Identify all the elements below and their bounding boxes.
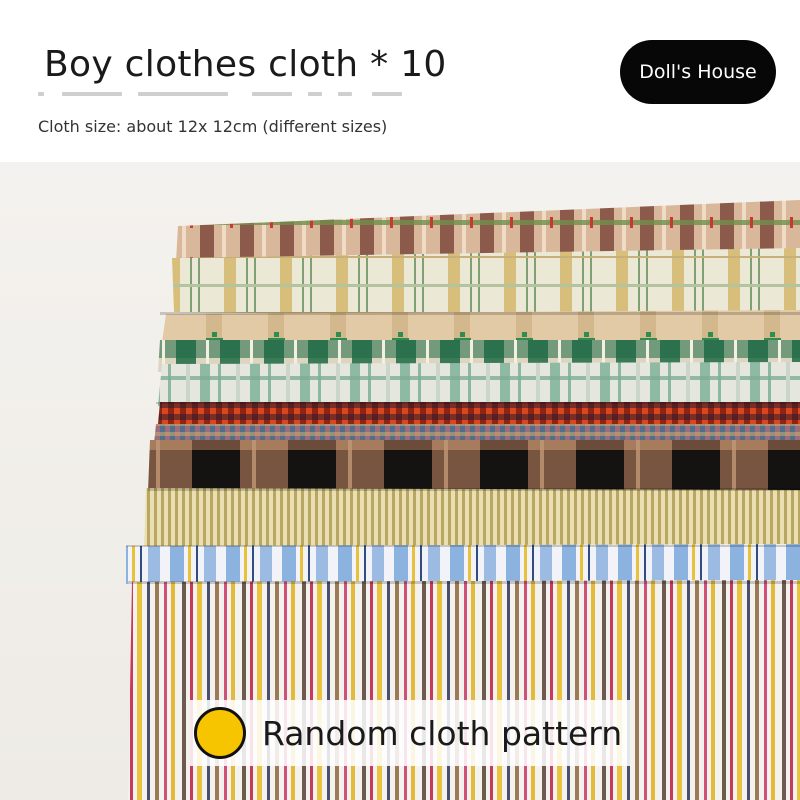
caption-label: Random cloth pattern bbox=[262, 713, 623, 753]
swatch-light-green-plaid bbox=[158, 362, 800, 406]
yellow-dot-icon bbox=[194, 707, 246, 759]
random-pattern-caption: Random cloth pattern bbox=[190, 700, 630, 766]
swatch-red-gingham bbox=[158, 402, 800, 424]
product-header: Boy clothes cloth * 10 Cloth size: about… bbox=[0, 0, 800, 162]
swatch-cream-plaid bbox=[172, 248, 800, 320]
swatch-blue-stripes bbox=[126, 544, 800, 586]
faded-text-line bbox=[38, 90, 418, 98]
cloth-size-note: Cloth size: about 12x 12cm (different si… bbox=[38, 117, 388, 136]
swatch-multicolor-stripes bbox=[128, 580, 800, 800]
dolls-house-badge[interactable]: Doll's House bbox=[620, 40, 776, 104]
swatch-yellow-pinstripe bbox=[144, 488, 800, 550]
swatch-brown-buffalo-check bbox=[148, 440, 800, 492]
product-title: Boy clothes cloth * 10 bbox=[44, 44, 447, 85]
